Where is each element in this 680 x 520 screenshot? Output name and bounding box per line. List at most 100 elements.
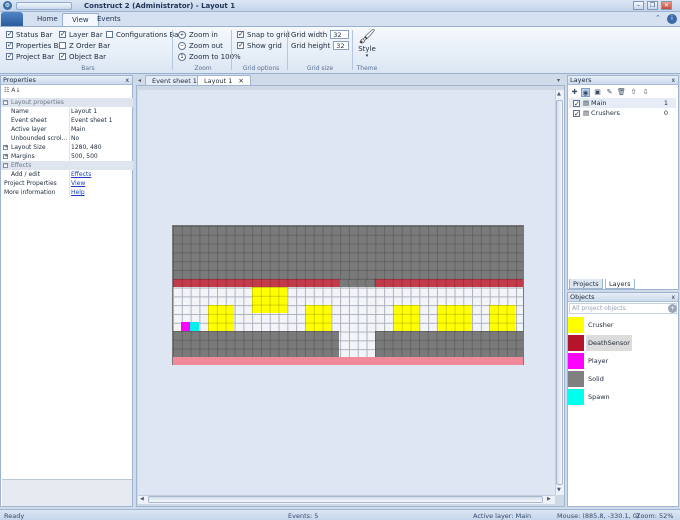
panel-pin-close-icon[interactable]: ⅹ <box>671 293 675 302</box>
player-swatch[interactable] <box>568 353 584 369</box>
z-order-bar-checkbox[interactable]: Z Order Bar <box>59 40 110 51</box>
prop-more-information[interactable]: More information Help <box>1 188 133 197</box>
show-grid-checkbox[interactable]: Show grid <box>237 40 290 51</box>
crusher-swatch[interactable] <box>568 317 584 333</box>
crusher-block[interactable] <box>393 305 419 331</box>
edit-layer-icon[interactable]: ✎ <box>605 88 614 97</box>
checkbox-checked[interactable] <box>237 41 244 49</box>
crusher-block[interactable] <box>252 287 287 313</box>
layer-bar-checkbox[interactable]: Layer Bar <box>59 29 110 40</box>
close-button[interactable]: ✕ <box>661 1 672 10</box>
object-crusher[interactable]: Crusher <box>586 317 616 333</box>
status-bar-checkbox[interactable]: Status Bar <box>6 29 66 40</box>
sort-icons[interactable]: ☷ A↓ <box>4 87 20 94</box>
section-layout-properties[interactable]: − Layout properties <box>1 98 133 107</box>
quick-access-toolbar[interactable] <box>16 2 72 10</box>
tab-home[interactable]: Home <box>28 13 67 26</box>
object-deathsensor[interactable]: DeathSensor <box>586 335 632 351</box>
prop-unbounded-scrolling[interactable]: Unbounded scrol... No <box>1 134 133 143</box>
object-solid[interactable]: Solid <box>586 371 606 387</box>
checkbox-checked[interactable] <box>59 52 66 60</box>
layer-row-crushers[interactable]: ▤ Crushers 0 <box>569 108 676 119</box>
tab-event-sheet-1[interactable]: Event sheet 1 <box>145 75 204 85</box>
checkbox-checked[interactable] <box>6 52 13 60</box>
crusher-block[interactable] <box>489 305 515 331</box>
solid-floor-right[interactable] <box>375 331 523 357</box>
project-bar-checkbox[interactable]: Project Bar <box>6 51 66 62</box>
checkbox-checked[interactable] <box>237 30 244 38</box>
vertical-scroll-thumb[interactable] <box>556 100 563 485</box>
prop-add-edit-effects[interactable]: Add / edit Effects <box>1 170 133 179</box>
prop-name[interactable]: Name Layout 1 <box>1 107 133 116</box>
tab-events[interactable]: Events <box>88 13 130 26</box>
move-down-icon[interactable]: ⇩ <box>641 88 650 97</box>
scroll-up-icon[interactable]: ▲ <box>557 91 561 97</box>
view-link[interactable]: View <box>69 179 133 188</box>
prop-active-layer[interactable]: Active layer Main <box>1 125 133 134</box>
properties-bar-checkbox[interactable]: Properties Bar <box>6 40 66 51</box>
eye-icon[interactable]: ◉ <box>581 88 590 97</box>
maximize-button[interactable]: ❐ <box>647 1 658 10</box>
move-up-icon[interactable]: ⇧ <box>629 88 638 97</box>
tab-scroll-icon[interactable]: ◂ <box>138 77 141 84</box>
layer-visible-checkbox[interactable] <box>573 109 580 119</box>
minimize-button[interactable]: – <box>633 1 644 10</box>
prop-event-sheet[interactable]: Event sheet Event sheet 1 <box>1 116 133 125</box>
solid-ceiling[interactable] <box>173 226 523 279</box>
add-object-icon[interactable]: + <box>668 304 677 313</box>
close-tab-icon[interactable]: ✕ <box>238 77 243 85</box>
prop-margins[interactable]: + Margins 500, 500 <box>1 152 133 161</box>
spawn-object[interactable] <box>190 322 199 331</box>
crusher-block[interactable] <box>208 305 234 331</box>
tab-list-icon[interactable]: ▾ <box>557 77 560 84</box>
application-menu-button[interactable] <box>1 12 23 26</box>
help-icon[interactable]: i <box>667 14 677 24</box>
death-pit-bottom[interactable] <box>173 357 523 365</box>
tab-layers[interactable]: Layers <box>605 279 635 289</box>
delete-layer-icon[interactable]: 🗑 <box>617 88 626 97</box>
checkbox-checked[interactable] <box>6 30 13 38</box>
effects-link[interactable]: Effects <box>69 170 133 179</box>
solid-ceiling-gap[interactable] <box>339 279 375 287</box>
grid-width-input[interactable]: 32 <box>330 30 349 39</box>
prop-layout-size[interactable]: + Layout Size 1280, 480 <box>1 143 133 152</box>
objects-filter-input[interactable]: All project objects <box>569 303 677 314</box>
crusher-block[interactable] <box>437 305 472 331</box>
prop-project-properties[interactable]: Project Properties View <box>1 179 133 188</box>
player-object[interactable] <box>181 322 190 331</box>
deathsensor-swatch[interactable] <box>568 335 584 351</box>
lock-icon[interactable]: ▣ <box>593 88 602 97</box>
solid-swatch[interactable] <box>568 371 584 387</box>
scroll-right-icon[interactable]: ▶ <box>547 496 551 502</box>
configurations-bar-checkbox[interactable]: Configurations Bar <box>106 29 181 40</box>
layer-row-main[interactable]: ▤ Main 1 <box>569 98 676 109</box>
tab-projects[interactable]: Projects <box>569 279 603 289</box>
checkbox-unchecked[interactable] <box>106 31 113 38</box>
scroll-down-icon[interactable]: ▼ <box>557 487 561 493</box>
scroll-left-icon[interactable]: ◀ <box>140 496 144 502</box>
tab-layout-1[interactable]: Layout 1 ✕ <box>197 75 251 85</box>
checkbox-unchecked[interactable] <box>59 42 66 49</box>
crusher-block[interactable] <box>305 305 331 331</box>
spawn-swatch[interactable] <box>568 389 584 405</box>
death-sensor-left[interactable] <box>173 279 339 287</box>
object-bar-checkbox[interactable]: Object Bar <box>59 51 110 62</box>
layer-visible-checkbox[interactable] <box>573 99 580 109</box>
horizontal-scroll-thumb[interactable] <box>148 496 543 503</box>
panel-pin-close-icon[interactable]: ⅹ <box>125 76 129 85</box>
panel-pin-close-icon[interactable]: ⅹ <box>671 76 675 85</box>
help-link[interactable]: Help <box>69 188 133 197</box>
style-button[interactable]: 🖌 Style ▾ <box>356 29 378 59</box>
checkbox-checked[interactable] <box>59 30 66 38</box>
object-player[interactable]: Player <box>586 353 610 369</box>
grid-height-input[interactable]: 32 <box>333 41 349 50</box>
construct-gear-icon[interactable]: ⚙ <box>3 1 12 10</box>
checkbox-checked[interactable] <box>6 41 13 49</box>
ribbon-minimize-icon[interactable]: ⌃ <box>655 14 661 22</box>
add-layer-icon[interactable]: ✚ <box>570 88 579 97</box>
section-effects[interactable]: − Effects <box>1 161 133 170</box>
object-spawn[interactable]: Spawn <box>586 389 612 405</box>
snap-to-grid-checkbox[interactable]: Snap to grid <box>237 29 290 40</box>
solid-floor-left[interactable] <box>173 331 339 357</box>
death-sensor-right[interactable] <box>375 279 523 287</box>
